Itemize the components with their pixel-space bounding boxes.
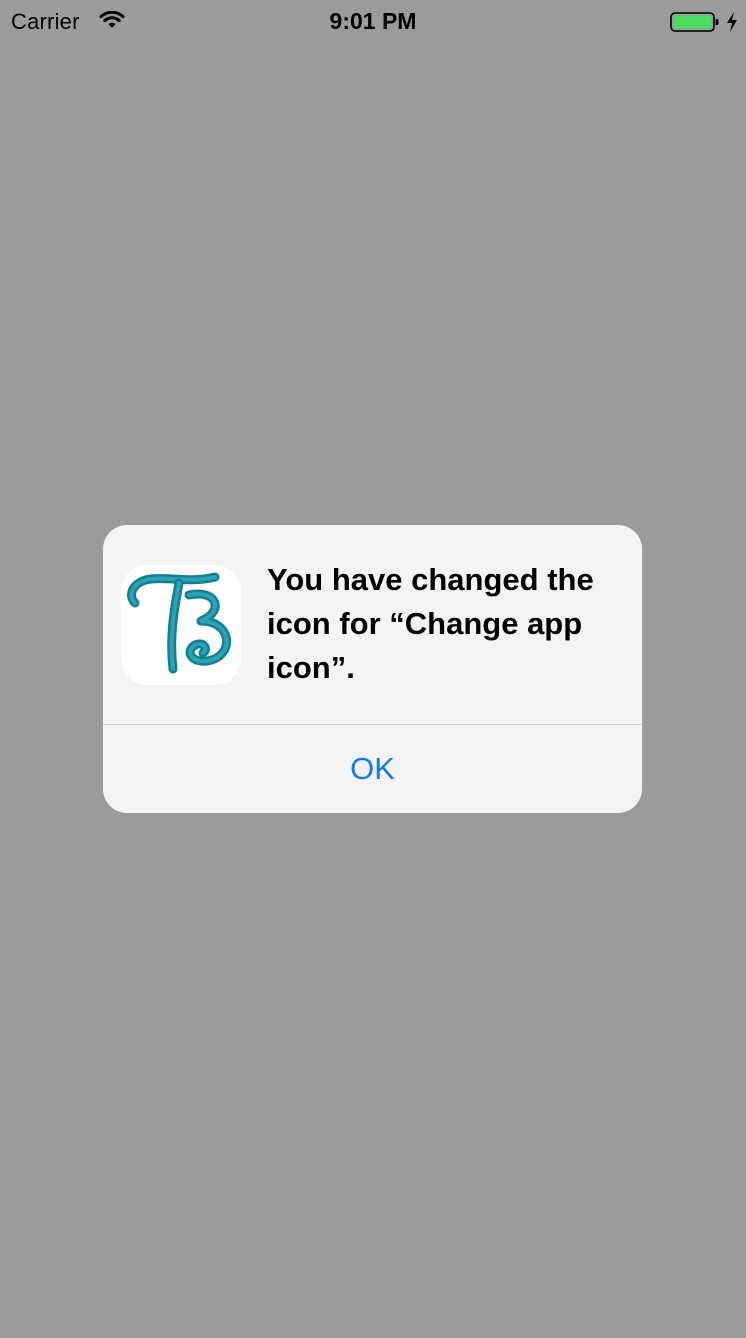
status-bar: Carrier 9:01 PM [0, 0, 746, 40]
battery-icon [670, 11, 720, 33]
app-icon-tb-monogram [127, 572, 231, 674]
ok-button[interactable]: OK [103, 725, 642, 813]
charging-bolt-icon [725, 11, 739, 33]
app-icon [121, 565, 241, 685]
alert-content: You have changed the icon for “Change ap… [103, 525, 642, 724]
status-time: 9:01 PM [329, 8, 417, 34]
alert-dialog: You have changed the icon for “Change ap… [103, 525, 642, 813]
alert-message: You have changed the icon for “Change ap… [267, 562, 594, 685]
screen-dimmed-background: Carrier 9:01 PM You have changed the ico… [0, 0, 746, 1338]
